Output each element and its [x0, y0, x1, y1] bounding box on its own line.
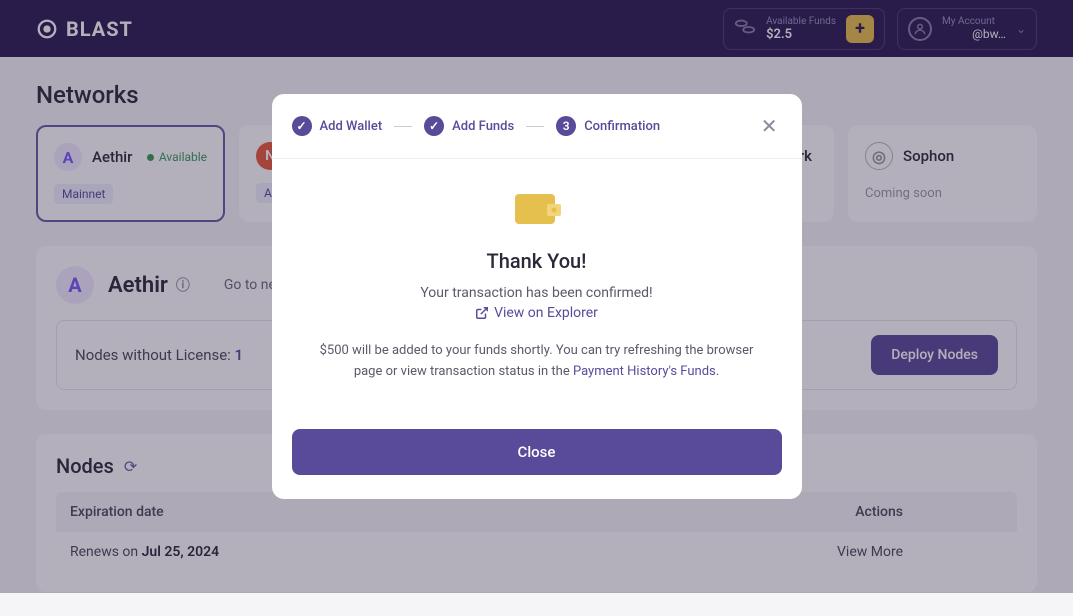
- external-link-icon: [475, 306, 489, 320]
- step-label: Confirmation: [584, 119, 660, 134]
- close-button[interactable]: Close: [292, 429, 782, 475]
- payment-history-link[interactable]: Payment History's Funds.: [573, 364, 719, 379]
- step-label: Add Wallet: [320, 119, 383, 134]
- step-label: Add Funds: [452, 119, 514, 134]
- step-divider: [394, 126, 412, 127]
- confirmation-modal: ✓ Add Wallet ✓ Add Funds 3 Confirmation ✕ T…: [272, 94, 802, 499]
- wallet-icon: [512, 189, 562, 229]
- step-check-icon: ✓: [424, 116, 444, 136]
- step-check-icon: ✓: [292, 116, 312, 136]
- step-number: 3: [556, 116, 576, 136]
- step-divider: [526, 126, 544, 127]
- confirm-text: Your transaction has been confirmed!: [308, 285, 766, 301]
- view-explorer-link[interactable]: View on Explorer: [475, 305, 598, 321]
- desc-text: $500 will be added to your funds shortly…: [308, 341, 766, 383]
- stepper: ✓ Add Wallet ✓ Add Funds 3 Confirmation: [292, 116, 757, 136]
- explorer-text: View on Explorer: [494, 305, 598, 321]
- close-icon[interactable]: ✕: [757, 110, 782, 142]
- modal-overlay: ✓ Add Wallet ✓ Add Funds 3 Confirmation ✕ T…: [0, 0, 1073, 593]
- thank-you-title: Thank You!: [308, 249, 766, 273]
